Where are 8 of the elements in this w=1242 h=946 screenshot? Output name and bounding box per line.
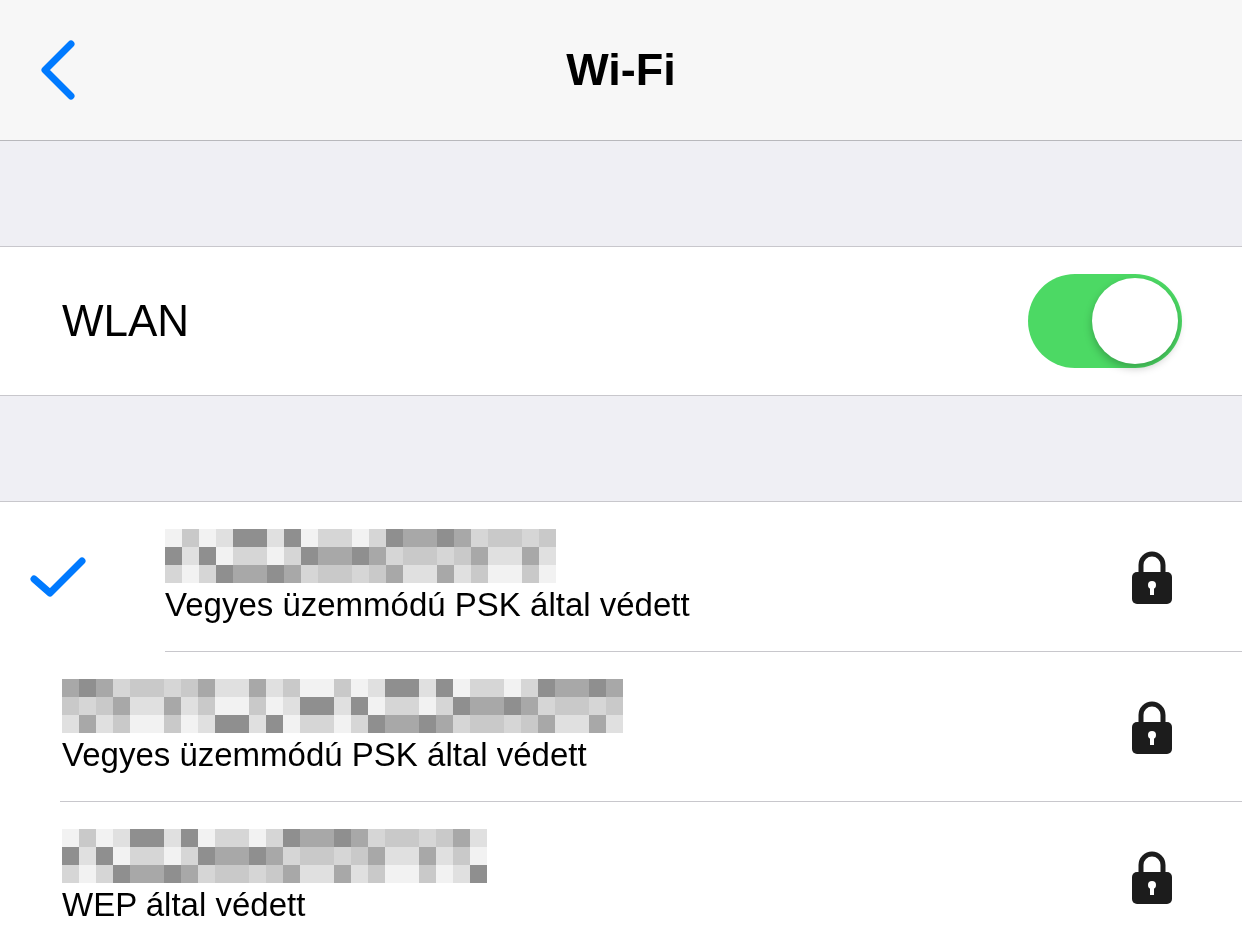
security-label: Vegyes üzemmódú PSK által védett	[165, 584, 690, 625]
security-label: WEP által védett	[62, 885, 307, 925]
window-title: Wi-Fi	[566, 43, 676, 98]
network-row[interactable]: Vegyes üzemmódú PSK által védett	[0, 652, 1242, 802]
network-row[interactable]: WEP által védett	[0, 802, 1242, 946]
network-row[interactable]: Vegyes üzemmódú PSK által védett	[0, 502, 1242, 652]
security-label: Vegyes üzemmódú PSK által védett	[62, 734, 588, 775]
wlan-label: WLAN	[62, 295, 190, 347]
